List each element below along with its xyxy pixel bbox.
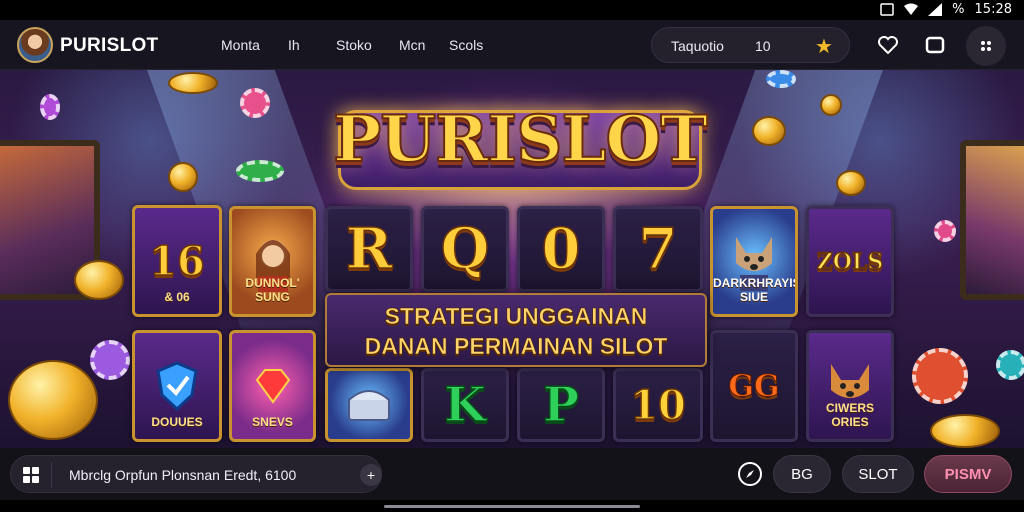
tile-symbol: GG [728,368,780,404]
coin-decoration [8,360,98,440]
tile-symbol: K [443,376,486,434]
reel-tile[interactable]: 7 [613,206,703,292]
coin-decoration [168,72,218,94]
search-label: Taquotio [671,38,724,54]
gesture-bar [0,500,1024,512]
chip-decoration [766,70,796,88]
clock: 15:28 [974,2,1012,17]
menu-item-stoko[interactable]: Stoko [336,37,399,53]
top-nav: PURISLOT Monta Ih Stoko Mcn Scols Taquot… [0,20,1024,70]
menu-item-mcn[interactable]: Mcn [399,37,449,53]
menu-item-scols[interactable]: Scols [449,37,483,53]
ticker-text: Mbrclg Orpfun Plonsnan Eredt, 6100 [69,467,297,483]
tile-caption: DOUUES [151,415,203,429]
gem-icon [255,369,290,404]
shield-icon [156,361,198,411]
tile-symbol: Q [440,215,490,283]
search-bar[interactable]: Taquotio 10 ★ [651,27,850,63]
tile-caption: SNEVS [252,415,293,429]
star-icon[interactable]: ★ [815,34,833,59]
brand-name[interactable]: PURISLOT [60,35,158,57]
reel-tile[interactable]: DUNNOL' SUNG [229,206,316,317]
heart-icon[interactable] [873,30,903,60]
reel-tile[interactable]: DOUUES [132,330,222,442]
reel-tile[interactable]: R [325,206,413,292]
promo-banner[interactable]: STRATEGI UNGGAINAN DANAN PERMAINAN SILOT [325,293,707,367]
chip-decoration [90,340,130,380]
tile-symbol: 10 [629,381,686,430]
chip-decoration [912,348,968,404]
reel-tile[interactable]: 16 & 06 [132,205,222,317]
bg-button[interactable]: BG [773,455,831,493]
menu-item-ih[interactable]: Ih [288,37,336,53]
status-bar: % 15:28 [0,0,1024,20]
battery-label: % [952,2,965,17]
main-menu: Monta Ih Stoko Mcn Scols [221,37,483,53]
wifi-icon [904,3,919,15]
menu-item-monta[interactable]: Monta [221,37,288,53]
tile-caption: DUNNOL' SUNG [245,276,300,304]
compass-icon[interactable] [738,462,762,486]
coin-decoration [836,170,866,196]
wallet-icon[interactable] [920,30,950,60]
home-indicator[interactable] [384,505,640,508]
coin-decoration [168,162,198,192]
tile-caption: DARKRHRAYIS SIUE [713,276,798,304]
chip-decoration [996,350,1024,380]
banner-line-2: DANAN PERMAINAN SILOT [364,333,668,360]
coin-decoration [752,116,786,146]
tile-caption: & 06 [164,290,190,304]
coin-decoration [74,260,124,300]
add-button[interactable]: + [360,464,382,486]
chip-decoration [40,94,60,120]
reel-tile[interactable]: Q [421,206,509,292]
play-button[interactable]: PISMV [924,455,1012,493]
news-ticker[interactable]: Mbrclg Orpfun Plonsnan Eredt, 6100 + [10,455,382,493]
reel-tile[interactable] [325,368,413,442]
reel-tile[interactable]: P [517,368,605,442]
tile-symbol: P [542,376,580,434]
coin-decoration [820,94,842,116]
apps-icon[interactable] [22,466,40,484]
screenshot-icon [880,3,894,16]
tile-symbol: ZOLS [816,248,884,276]
tile-symbol: 7 [638,215,678,283]
chip-decoration [236,160,284,182]
divider [51,462,52,488]
reel-tile[interactable]: 10 [613,368,703,442]
reel-tile[interactable]: 0 [517,206,605,292]
reel-tile[interactable]: CIWERS ORIES [806,330,894,442]
game-logo: PURISLOT [328,88,712,206]
banner-line-1: STRATEGI UNGGAINAN [384,303,648,330]
avatar[interactable] [17,27,53,63]
reel-tile[interactable]: SNEVS [229,330,316,442]
chip-decoration [934,220,956,242]
logo-text: PURISLOT [332,101,709,178]
tile-symbol: 16 [148,237,205,286]
chip-decoration [240,88,270,118]
coin-decoration [930,414,1000,448]
reel-tile[interactable]: ZOLS [806,206,894,317]
treasure-chest-icon [348,390,390,421]
hero-stage: PURISLOT 16 & 06 DUNNOL' SUNG R Q 0 7 DA… [0,70,1024,448]
reel-tile[interactable]: K [421,368,509,442]
reel-tile[interactable]: GG [710,330,798,442]
search-value: 10 [755,38,771,54]
side-slot-machine-right [960,140,1024,300]
grid-menu-icon[interactable] [966,26,1006,66]
bottom-bar: Mbrclg Orpfun Plonsnan Eredt, 6100 + BG … [0,448,1024,500]
tile-symbol: R [345,215,393,283]
reel-tile[interactable]: DARKRHRAYIS SIUE [710,206,798,317]
signal-icon [928,3,943,16]
slot-button[interactable]: SLOT [842,455,914,493]
tile-symbol: 0 [541,215,581,283]
tile-caption: CIWERS ORIES [826,401,874,429]
